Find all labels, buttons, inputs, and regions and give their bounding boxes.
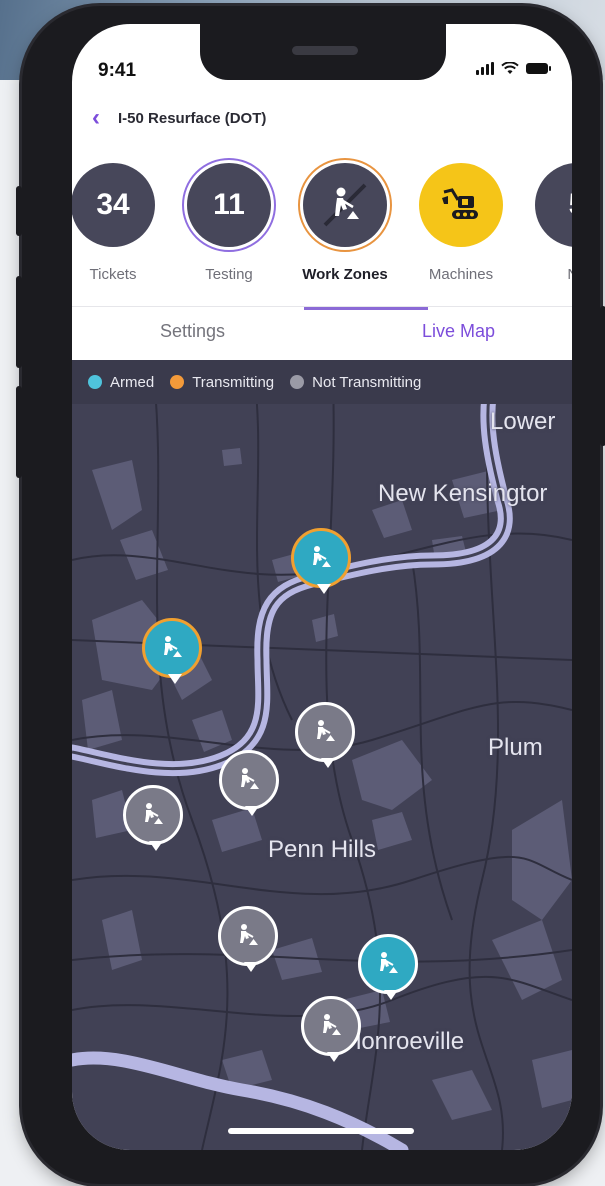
worker-icon: [164, 636, 182, 657]
work-zones-ring: [298, 158, 392, 252]
live-map[interactable]: Armed Transmitting Not Transmitting Lowe…: [72, 360, 572, 1150]
legend-not-transmitting: Not Transmitting: [290, 374, 421, 391]
active-category-indicator: [304, 307, 428, 310]
next-ring: 5: [530, 158, 572, 252]
category-carousel: 34 Tickets 11 Testing Work Zones Machine…: [72, 158, 572, 288]
speaker: [292, 46, 358, 55]
worker-icon: [303, 163, 387, 247]
chevron-left-icon[interactable]: ‹: [92, 104, 100, 132]
legend-transmitting: Transmitting: [170, 374, 274, 391]
machines-ring: [414, 158, 508, 252]
transmitting-dot: [170, 375, 185, 389]
project-title: I-50 Resurface (DOT): [118, 109, 267, 127]
worker-icon: [380, 952, 398, 973]
worker-icon: [313, 546, 331, 567]
work-zone-pin[interactable]: [295, 702, 355, 768]
tab-live-map[interactable]: Live Map: [422, 321, 495, 342]
map-legend: Armed Transmitting Not Transmitting: [72, 360, 572, 404]
worker-icon: [323, 1014, 341, 1035]
category-next[interactable]: 5 Ne: [522, 158, 572, 283]
power-button: [600, 306, 605, 446]
testing-count: 11: [187, 163, 271, 247]
work-zone-pin[interactable]: [358, 934, 418, 1000]
mute-switch: [16, 186, 22, 236]
battery-icon: [526, 63, 551, 74]
map-label-lower: Lower: [490, 408, 556, 435]
legend-not-transmitting-label: Not Transmitting: [312, 373, 422, 391]
map-label-penn-hills: Penn Hills: [268, 836, 377, 863]
status-time: 9:41: [98, 60, 137, 81]
category-tickets[interactable]: 34 Tickets: [72, 158, 168, 283]
tickets-label: Tickets: [89, 266, 137, 283]
worker-icon: [241, 768, 259, 789]
nav-bar: ‹ I-50 Resurface (DOT): [92, 104, 266, 132]
map-label-monroeville: lonroeville: [356, 1028, 465, 1055]
next-label: Ne: [522, 266, 572, 283]
home-indicator[interactable]: [228, 1128, 414, 1134]
category-work-zones[interactable]: Work Zones: [290, 158, 400, 283]
volume-up-button: [16, 276, 22, 368]
tab-settings[interactable]: Settings: [160, 321, 225, 342]
machines-label: Machines: [428, 266, 494, 283]
legend-transmitting-label: Transmitting: [192, 373, 275, 391]
worker-icon: [145, 803, 163, 824]
tickets-ring: 34: [72, 158, 160, 252]
not-transmitting-dot: [290, 375, 305, 389]
category-testing[interactable]: 11 Testing: [174, 158, 284, 283]
status-icons: [476, 62, 551, 75]
legend-armed-label: Armed: [110, 373, 155, 391]
work-zones-label: Work Zones: [302, 266, 388, 283]
work-zone-pin[interactable]: [123, 785, 183, 851]
legend-armed: Armed: [88, 374, 154, 391]
phone-screen: 9:41 ‹ I-50 Resurface (DOT) 34 Tickets 1…: [72, 24, 572, 1150]
work-zone-pin[interactable]: [301, 996, 361, 1062]
tickets-count: 34: [72, 163, 155, 247]
testing-ring: 11: [182, 158, 276, 252]
notch: [200, 24, 446, 80]
category-machines[interactable]: Machines: [406, 158, 516, 283]
next-count: 5: [535, 163, 572, 247]
work-zone-pin[interactable]: [291, 528, 351, 594]
signal-icon: [476, 62, 494, 75]
wifi-icon: [501, 62, 519, 74]
excavator-icon: [419, 163, 503, 247]
testing-label: Testing: [205, 266, 253, 283]
map-label-new-kensington: New Kensingtor: [378, 480, 548, 507]
armed-dot: [88, 375, 102, 389]
tab-bar: Settings Live Map: [72, 306, 572, 360]
volume-down-button: [16, 386, 22, 478]
worker-icon: [240, 924, 258, 945]
map-label-plum: Plum: [488, 734, 543, 761]
work-zone-pin[interactable]: [219, 750, 279, 816]
work-zone-pin[interactable]: [142, 618, 202, 684]
worker-icon: [317, 720, 335, 741]
work-zone-pin[interactable]: [218, 906, 278, 972]
